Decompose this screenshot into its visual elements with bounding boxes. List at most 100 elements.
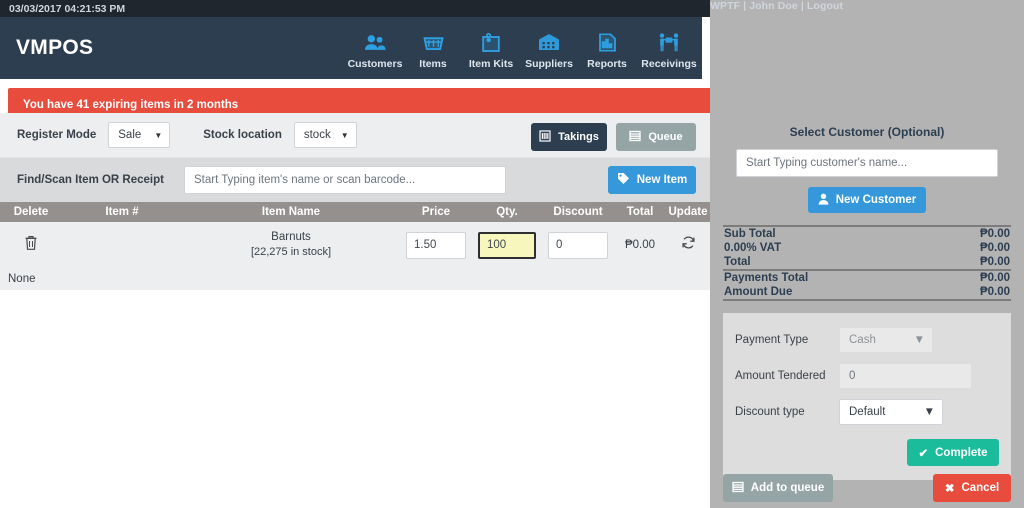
update-row-icon[interactable] [681, 236, 696, 253]
cell-qty [472, 222, 542, 268]
find-item-label: Find/Scan Item OR Receipt [17, 174, 164, 186]
find-item-input[interactable] [183, 166, 506, 194]
cell-delete [0, 222, 62, 268]
queue-button[interactable]: Queue [616, 123, 696, 151]
nav-label-items: Items [419, 58, 447, 70]
chevron-down-icon: ▼ [154, 130, 163, 140]
cart-table-header: Delete Item # Item Name Price Qty. Disco… [0, 202, 710, 222]
price-input[interactable] [406, 231, 466, 259]
register-mode-value: Sale [118, 129, 142, 141]
totals-bottom-divider [723, 299, 1011, 301]
bottom-actions: Add to queue ✖ Cancel [723, 474, 1011, 502]
chevron-down-icon: ▼ [923, 406, 935, 418]
nav-label-customers: Customers [347, 58, 403, 70]
total-row-amount-due: Amount Due ₱0.00 [723, 285, 1011, 299]
column-header-item-num: Item # [62, 202, 182, 222]
cancel-sale-button[interactable]: ✖ Cancel [933, 474, 1011, 502]
check-icon: ✔ [918, 447, 929, 460]
total-row-payments-total: Payments Total ₱0.00 [723, 269, 1011, 285]
item-stock-text: [22,275 in stock] [250, 246, 332, 259]
amount-tendered-row: Amount Tendered [735, 361, 999, 391]
pos-application: 03/03/2017 04:21:53 PM WPTF | John Doe |… [0, 0, 1024, 508]
nav-item-reports[interactable]: Reports [578, 17, 636, 79]
column-header-qty: Qty. [472, 202, 542, 222]
total-label: Payments Total [724, 272, 809, 284]
column-header-total: Total [614, 202, 666, 222]
stock-location-select[interactable]: stock ▼ [293, 122, 357, 148]
nav-label-receivings: Receivings [641, 58, 697, 70]
cart-header-row: Delete Item # Item Name Price Qty. Disco… [0, 202, 710, 222]
total-value: ₱0.00 [979, 242, 1010, 254]
quantity-input[interactable] [478, 231, 536, 259]
total-label: Sub Total [724, 228, 776, 240]
payment-type-row: Payment Type Cash ▼ [735, 325, 999, 355]
cart-table: Delete Item # Item Name Price Qty. Disco… [0, 202, 710, 268]
register-controls-row: Register Mode Sale ▼ Stock location stoc… [0, 113, 710, 158]
top-utility-bar: 03/03/2017 04:21:53 PM WPTF | John Doe |… [0, 0, 1024, 508]
payment-type-select[interactable]: Cash ▼ [839, 327, 933, 353]
nav-label-item-kits: Item Kits [468, 58, 514, 70]
cell-total: ₱0.00 [614, 222, 666, 268]
payment-section: Payment Type Cash ▼ Amount Tendered Disc… [723, 313, 1011, 480]
total-row-sub-total: Sub Total ₱0.00 [723, 227, 1011, 241]
total-row-vat: 0.00% VAT ₱0.00 [723, 241, 1011, 255]
complete-sale-button[interactable]: ✔ Complete [907, 439, 999, 466]
nav-item-suppliers[interactable]: Suppliers [520, 17, 578, 79]
stock-location-label: Stock location [203, 129, 282, 141]
discount-type-row: Discount type Default ▼ [735, 397, 999, 427]
brand-logo[interactable]: VMPOS [16, 17, 93, 79]
find-item-row: Find/Scan Item OR Receipt New Item [0, 158, 710, 202]
discount-type-value: Default [849, 406, 886, 418]
cart-table-body: Barnuts [22,275 in stock] 1.50 100 0 ₱0.… [0, 222, 710, 268]
new-customer-button[interactable]: New Customer [808, 187, 926, 213]
add-to-queue-button[interactable]: Add to queue [723, 474, 833, 502]
total-row-total: Total ₱0.00 [723, 255, 1011, 269]
register-mode-select[interactable]: Sale ▼ [108, 122, 171, 148]
queue-list-icon [629, 130, 642, 145]
queue-list-icon [732, 481, 744, 496]
total-value: ₱0.00 [979, 256, 1010, 268]
stock-location-value: stock [303, 129, 331, 141]
cell-item-name: Barnuts [22,275 in stock] [182, 222, 400, 268]
total-value: ₱0.00 [979, 272, 1010, 284]
payment-type-value: Cash [849, 334, 876, 346]
total-label: Total [724, 256, 751, 268]
new-item-button[interactable]: New Item [608, 166, 696, 194]
table-row: Barnuts [22,275 in stock] 1.50 100 0 ₱0.… [0, 222, 710, 268]
receivings-icon [658, 30, 680, 54]
column-header-price: Price [400, 202, 472, 222]
checkout-panel: Select Customer (Optional) New Customer … [710, 113, 1024, 508]
chevron-down-icon: ▼ [913, 334, 925, 346]
nav-item-customers[interactable]: Customers [346, 17, 404, 79]
cart-footer-note: None [0, 268, 710, 290]
user-icon [818, 193, 829, 208]
column-header-item-name: Item Name [182, 202, 400, 222]
amount-tendered-input[interactable] [839, 363, 972, 389]
close-icon: ✖ [944, 483, 955, 495]
register-mode-label: Register Mode [17, 129, 97, 141]
nav-item-receivings[interactable]: Receivings [636, 17, 702, 79]
delete-row-icon[interactable] [24, 235, 38, 256]
discount-type-label: Discount type [735, 406, 805, 418]
takings-button[interactable]: Takings [531, 123, 607, 151]
total-value: ₱0.00 [979, 286, 1010, 298]
cell-item-number [62, 222, 182, 268]
queue-label: Queue [648, 131, 683, 143]
nav-label-reports: Reports [587, 58, 627, 70]
total-label: 0.00% VAT [724, 242, 782, 254]
reports-icon [598, 30, 617, 54]
nav-label-suppliers: Suppliers [525, 58, 573, 70]
discount-input[interactable] [548, 231, 608, 259]
payment-type-label: Payment Type [735, 334, 809, 346]
cancel-label: Cancel [961, 482, 1000, 494]
discount-type-select[interactable]: Default ▼ [839, 399, 943, 425]
customers-icon [364, 30, 386, 54]
item-name-text: Barnuts [271, 230, 311, 243]
nav-item-items[interactable]: Items [404, 17, 462, 79]
nav-item-item-kits[interactable]: Item Kits [462, 17, 520, 79]
customer-search-input[interactable] [736, 149, 998, 177]
add-to-queue-label: Add to queue [750, 482, 825, 494]
suppliers-icon [538, 30, 560, 54]
total-value: ₱0.00 [979, 228, 1010, 240]
takings-icon [539, 129, 551, 145]
